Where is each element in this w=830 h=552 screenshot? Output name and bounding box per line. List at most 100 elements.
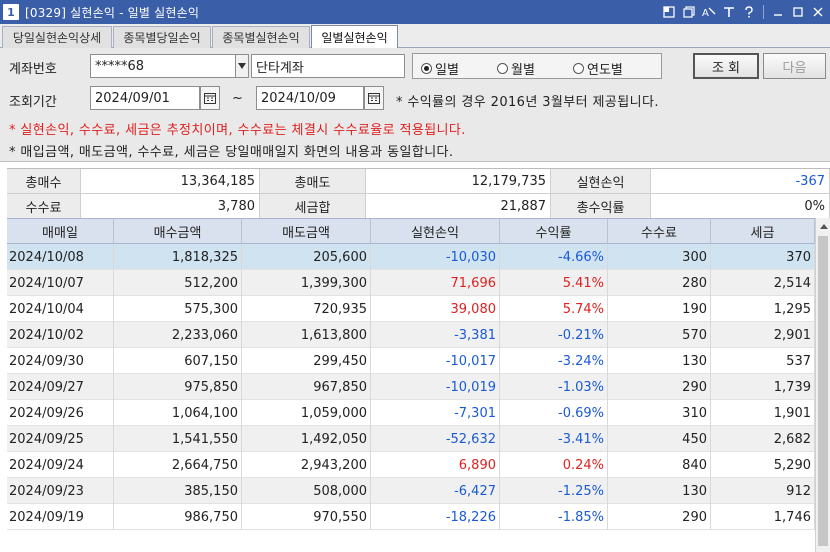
summary-grid: 총매수 13,364,185 총매도 12,179,735 실현손익 -367 … — [7, 168, 830, 219]
table-row[interactable]: 2024/09/23 385,150 508,000 -6,427 -1.25% 130 9… — [7, 478, 815, 504]
tab-daily-realized-detail[interactable]: 당일실현손익상세 — [2, 26, 112, 48]
cell-realized-pnl: -7,301 — [371, 400, 500, 426]
cell-fee: 300 — [608, 244, 711, 270]
account-label: 계좌번호 — [9, 62, 57, 77]
table-row[interactable]: 2024/09/24 2,664,750 2,943,200 6,890 0.24% 84… — [7, 452, 815, 478]
total-return-value: 0% — [651, 194, 830, 219]
cell-return-rate: -0.21% — [500, 322, 608, 348]
text-size-icon[interactable] — [721, 3, 737, 21]
font-settings-icon[interactable]: A — [701, 3, 717, 21]
column-header-sell-amount[interactable]: 매도금액 — [242, 219, 371, 244]
column-header-realized-pnl[interactable]: 실현손익 — [371, 219, 500, 244]
table-row[interactable]: 2024/10/08 1,818,325 205,600 -10,030 -4.66% 3… — [7, 244, 815, 270]
radio-yearly[interactable]: 연도별 — [573, 59, 623, 78]
cell-fee: 130 — [608, 348, 711, 374]
cell-buy-amount: 1,064,100 — [114, 400, 242, 426]
tab-stock-realized-pnl[interactable]: 종목별실현손익 — [212, 26, 310, 48]
tax-total-label: 세금합 — [260, 194, 366, 219]
column-header-trade-date[interactable]: 매매일 — [7, 219, 114, 244]
svg-text:A: A — [702, 8, 709, 18]
scroll-up-icon[interactable] — [816, 218, 830, 234]
copy-window-icon[interactable] — [681, 3, 697, 21]
column-header-return-rate[interactable]: 수익률 — [500, 219, 608, 244]
cell-tax: 2,514 — [711, 270, 815, 296]
cell-realized-pnl: 71,696 — [371, 270, 500, 296]
table-header: 매매일 매수금액 매도금액 실현손익 수익률 수수료 세금 — [7, 218, 815, 244]
cell-buy-amount: 607,150 — [114, 348, 242, 374]
cell-tax: 1,746 — [711, 504, 815, 530]
radio-daily[interactable]: 일별 — [421, 59, 459, 78]
cell-realized-pnl: -10,017 — [371, 348, 500, 374]
filter-panel: 계좌번호 *****68 단타계좌 일별 월별 연도별 조 회 다음 조회기간 … — [0, 48, 830, 162]
date-from-calendar-button[interactable] — [200, 86, 220, 110]
radio-selected-icon — [421, 63, 432, 74]
cell-tax: 5,290 — [711, 452, 815, 478]
link-icon[interactable] — [661, 3, 677, 21]
total-sell-value: 12,179,735 — [366, 169, 551, 194]
maximize-icon[interactable] — [790, 3, 806, 21]
table-row[interactable]: 2024/09/27 975,850 967,850 -10,019 -1.03% 290… — [7, 374, 815, 400]
note-same-as-journal: * 매입금액, 매도금액, 수수료, 세금은 당일매매일지 화면의 내용과 동일… — [9, 145, 454, 160]
cell-return-rate: 5.74% — [500, 296, 608, 322]
cell-return-rate: -3.24% — [500, 348, 608, 374]
cell-tax: 912 — [711, 478, 815, 504]
cell-trade-date: 2024/09/24 — [7, 452, 114, 478]
cell-return-rate: -3.41% — [500, 426, 608, 452]
help-icon[interactable] — [741, 3, 757, 21]
tax-total-value: 21,887 — [366, 194, 551, 219]
calendar-icon — [204, 93, 216, 104]
table-row[interactable]: 2024/09/30 607,150 299,450 -10,017 -3.24% 130… — [7, 348, 815, 374]
cell-sell-amount: 1,399,300 — [242, 270, 371, 296]
title-bar: 1 [0329] 실현손익 - 일별 실현손익 A — [0, 0, 830, 24]
table-row[interactable]: 2024/09/19 986,750 970,550 -18,226 -1.85% 290… — [7, 504, 815, 530]
next-button[interactable]: 다음 — [763, 53, 826, 79]
cell-buy-amount: 512,200 — [114, 270, 242, 296]
cell-return-rate: -1.25% — [500, 478, 608, 504]
cell-buy-amount: 575,300 — [114, 296, 242, 322]
cell-tax: 1,901 — [711, 400, 815, 426]
cell-return-rate: -4.66% — [500, 244, 608, 270]
column-header-fee[interactable]: 수수료 — [608, 219, 711, 244]
cell-buy-amount: 975,850 — [114, 374, 242, 400]
column-header-buy-amount[interactable]: 매수금액 — [114, 219, 242, 244]
cell-fee: 840 — [608, 452, 711, 478]
cell-return-rate: -0.69% — [500, 400, 608, 426]
fee-label: 수수료 — [7, 194, 81, 219]
window-number-badge: 1 — [3, 4, 19, 20]
cell-realized-pnl: 6,890 — [371, 452, 500, 478]
column-header-tax[interactable]: 세금 — [711, 219, 815, 244]
scrollbar-thumb[interactable] — [818, 236, 828, 546]
cell-trade-date: 2024/10/04 — [7, 296, 114, 322]
minimize-icon[interactable] — [770, 3, 786, 21]
cell-return-rate: 5.41% — [500, 270, 608, 296]
cell-fee: 570 — [608, 322, 711, 348]
table-row[interactable]: 2024/09/26 1,064,100 1,059,000 -7,301 -0.69%… — [7, 400, 815, 426]
close-icon[interactable] — [810, 3, 826, 21]
table-row[interactable]: 2024/10/02 2,233,060 1,613,800 -3,381 -0.21%… — [7, 322, 815, 348]
tab-daily-realized-pnl[interactable]: 일별실현손익 — [311, 25, 398, 49]
total-buy-label: 총매수 — [7, 169, 81, 194]
radio-monthly[interactable]: 월별 — [497, 59, 535, 78]
date-to-calendar-button[interactable] — [364, 86, 384, 110]
radio-daily-label: 일별 — [435, 63, 459, 78]
date-from-field[interactable]: 2024/09/01 — [90, 86, 200, 110]
cell-sell-amount: 1,059,000 — [242, 400, 371, 426]
radio-yearly-label: 연도별 — [587, 63, 623, 78]
account-number-field[interactable]: *****68 — [90, 54, 236, 78]
daily-pnl-table: 매매일 매수금액 매도금액 실현손익 수익률 수수료 세금 2024/10/08… — [7, 218, 815, 552]
date-separator: ~ — [232, 91, 243, 106]
table-row[interactable]: 2024/09/25 1,541,550 1,492,050 -52,632 -3.41… — [7, 426, 815, 452]
cell-return-rate: 0.24% — [500, 452, 608, 478]
query-button[interactable]: 조 회 — [693, 53, 759, 79]
date-to-field[interactable]: 2024/10/09 — [256, 86, 364, 110]
tab-stock-daily-pnl[interactable]: 종목별당일손익 — [113, 26, 211, 48]
table-row[interactable]: 2024/10/04 575,300 720,935 39,080 5.74% 190 1,… — [7, 296, 815, 322]
realized-pnl-label: 실현손익 — [551, 169, 651, 194]
cell-realized-pnl: -10,030 — [371, 244, 500, 270]
account-dropdown-button[interactable] — [235, 54, 249, 78]
total-sell-label: 총매도 — [260, 169, 366, 194]
vertical-scrollbar[interactable] — [815, 218, 830, 552]
cell-tax: 1,295 — [711, 296, 815, 322]
table-row[interactable]: 2024/10/07 512,200 1,399,300 71,696 5.41% 280… — [7, 270, 815, 296]
cell-sell-amount: 299,450 — [242, 348, 371, 374]
